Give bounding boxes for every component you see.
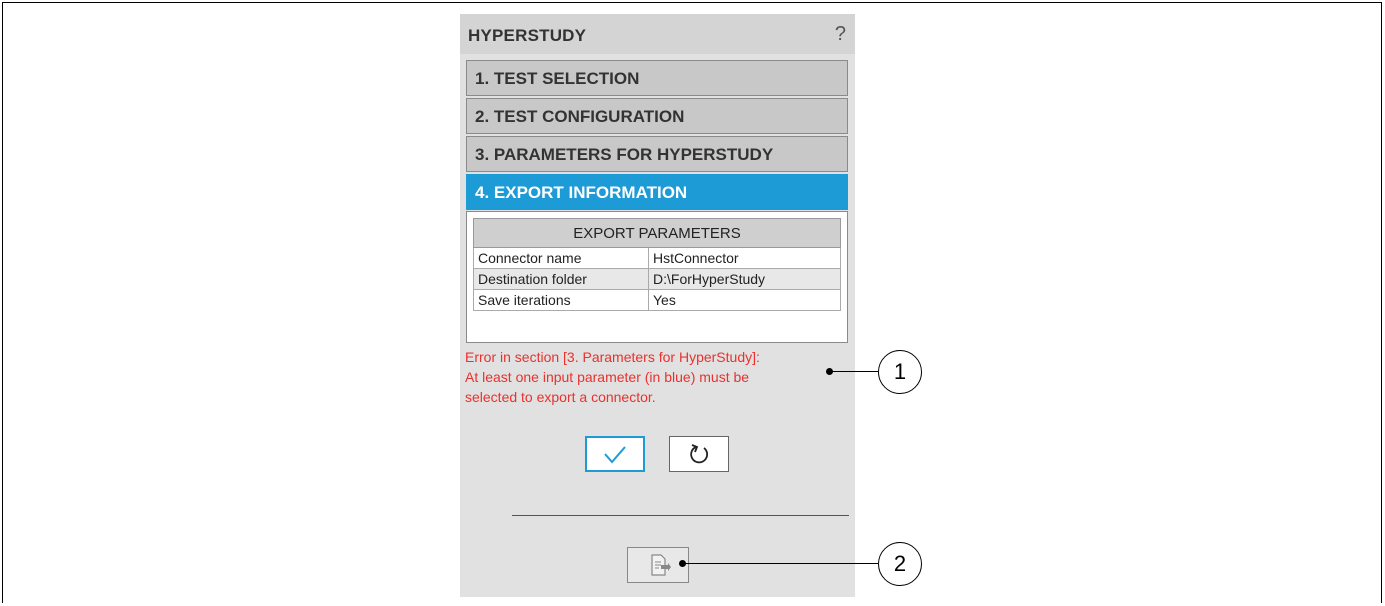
section-test-selection[interactable]: 1. TEST SELECTION xyxy=(466,60,848,96)
section-label: 1. TEST SELECTION xyxy=(475,69,640,88)
param-value[interactable]: Yes xyxy=(648,289,841,311)
divider xyxy=(512,515,849,516)
confirm-button[interactable] xyxy=(585,436,645,472)
error-message: Error in section [3. Parameters for Hype… xyxy=(465,347,845,407)
error-line: Error in section [3. Parameters for Hype… xyxy=(465,349,760,365)
param-key: Save iterations xyxy=(473,289,649,311)
param-key: Connector name xyxy=(473,247,649,269)
hyperstudy-panel: HYPERSTUDY ? 1. TEST SELECTION 2. TEST C… xyxy=(460,14,855,597)
callout-1: 1 xyxy=(878,350,922,394)
check-icon xyxy=(604,446,626,464)
param-key: Destination folder xyxy=(473,268,649,290)
panel-header: HYPERSTUDY ? xyxy=(460,14,855,54)
param-value[interactable]: HstConnector xyxy=(648,247,841,269)
section-label: 2. TEST CONFIGURATION xyxy=(475,107,685,126)
table-row: Connector name HstConnector xyxy=(473,247,841,269)
panel-title: HYPERSTUDY xyxy=(468,26,587,45)
param-value[interactable]: D:\ForHyperStudy xyxy=(648,268,841,290)
callout-2: 2 xyxy=(878,542,922,586)
help-icon[interactable]: ? xyxy=(835,23,846,46)
table-row: Save iterations Yes xyxy=(473,289,841,311)
callout-line xyxy=(683,563,878,564)
section-label: 4. EXPORT INFORMATION xyxy=(475,183,688,202)
section-parameters-for-hyperstudy[interactable]: 3. PARAMETERS FOR HYPERSTUDY xyxy=(466,136,848,172)
section-test-configuration[interactable]: 2. TEST CONFIGURATION xyxy=(466,98,848,134)
reset-button[interactable] xyxy=(669,436,729,472)
reset-icon xyxy=(690,444,709,464)
section-export-information[interactable]: 4. EXPORT INFORMATION xyxy=(466,174,848,210)
export-information-body: EXPORT PARAMETERS Connector name HstConn… xyxy=(466,211,848,343)
error-line: At least one input parameter (in blue) m… xyxy=(465,369,750,385)
error-line: selected to export a connector. xyxy=(465,389,656,405)
callout-line xyxy=(830,371,878,372)
table-row: Destination folder D:\ForHyperStudy xyxy=(473,268,841,290)
export-parameters-table: EXPORT PARAMETERS Connector name HstConn… xyxy=(473,218,841,311)
section-label: 3. PARAMETERS FOR HYPERSTUDY xyxy=(475,145,774,164)
table-header: EXPORT PARAMETERS xyxy=(473,218,841,248)
